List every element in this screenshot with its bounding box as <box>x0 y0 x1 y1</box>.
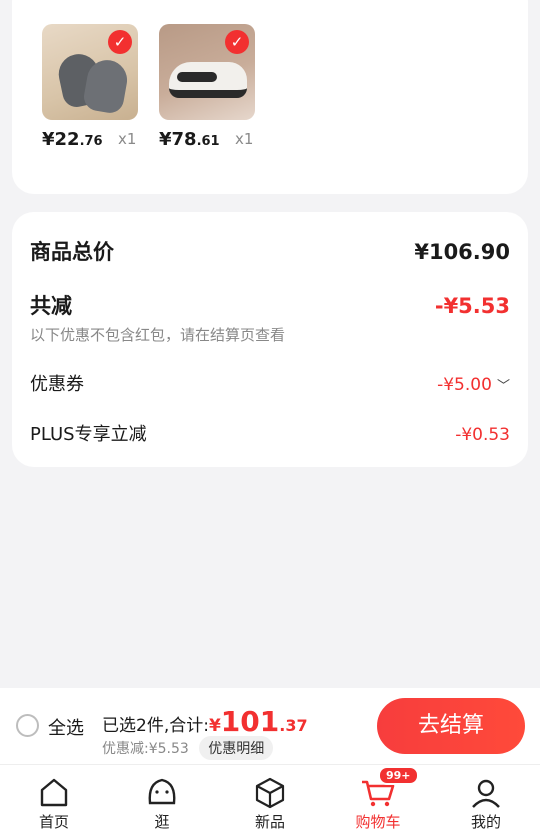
discount-detail-button[interactable]: 优惠明细 <box>199 736 274 760</box>
total-price-row: 商品总价 ¥106.90 <box>30 236 510 266</box>
coupon-label: 优惠券 <box>30 374 84 395</box>
select-all-label[interactable]: 全选 <box>48 714 84 740</box>
selected-total-line: 已选2件,合计:¥101.37 <box>102 705 308 738</box>
tab-explore[interactable]: 逛 <box>108 765 216 838</box>
product-image-sneakers[interactable]: ✓ <box>159 24 255 120</box>
home-icon <box>40 778 68 807</box>
selected-check-icon: ✓ <box>108 30 132 54</box>
product-quantity: x1 <box>118 130 137 148</box>
tab-profile[interactable]: 我的 <box>432 765 540 838</box>
price-decimal: .76 <box>79 134 103 149</box>
reduction-note: 以下优惠不包含红包，请在结算页查看 <box>30 326 286 344</box>
selected-products-card: ✓ ✓ ¥22.76 x1 ¥78.61 x1 <box>12 0 528 194</box>
bottom-tab-bar: 首页 逛 新品 购物车 我的 <box>0 764 540 838</box>
tab-label: 逛 <box>154 813 170 831</box>
tab-label: 首页 <box>38 813 69 831</box>
product-quantity: x1 <box>235 130 254 148</box>
tab-label: 新品 <box>254 813 285 831</box>
total-currency: ¥ <box>208 716 221 736</box>
tab-new-products[interactable]: 新品 <box>216 765 324 838</box>
discount-line: 优惠减:¥5.53 优惠明细 <box>102 736 274 760</box>
checkout-bar: 全选 已选2件,合计:¥101.37 优惠减:¥5.53 优惠明细 去结算 <box>0 688 540 764</box>
product-image-slippers[interactable]: ✓ <box>42 24 138 120</box>
explore-icon <box>148 778 176 805</box>
selected-check-icon: ✓ <box>225 30 249 54</box>
price-summary-card: 商品总价 ¥106.90 共减 -¥5.53 以下优惠不包含红包，请在结算页查看… <box>12 212 528 467</box>
profile-icon <box>472 779 500 808</box>
selected-count-text: 已选2件,合计: <box>102 716 209 736</box>
plus-discount-value: -¥0.53 <box>455 425 510 445</box>
new-products-icon <box>255 777 285 809</box>
coupon-value-group: -¥5.00 ﹀ <box>437 375 510 395</box>
total-decimal: .37 <box>279 716 308 735</box>
chevron-down-icon[interactable]: ﹀ <box>497 379 510 394</box>
plus-discount-label: PLUS专享立减 <box>30 424 147 445</box>
product-price: ¥22.76 <box>42 129 103 150</box>
select-all-radio[interactable] <box>16 714 39 737</box>
total-price-value: ¥106.90 <box>414 240 510 264</box>
product-price: ¥78.61 <box>159 129 220 150</box>
reduction-value: -¥5.53 <box>434 294 510 318</box>
plus-discount-row: PLUS专享立减 -¥0.53 <box>30 420 510 446</box>
discount-text: 优惠减:¥5.53 <box>102 741 189 757</box>
price-integer: ¥78 <box>159 129 197 150</box>
cart-count-badge: 99+ <box>378 766 419 785</box>
tab-label: 我的 <box>470 813 501 831</box>
price-decimal: .61 <box>196 134 220 149</box>
tab-label: 购物车 <box>355 813 401 831</box>
coupon-value: -¥5.00 <box>437 375 492 395</box>
checkout-button[interactable]: 去结算 <box>377 698 525 754</box>
total-price-label: 商品总价 <box>30 240 114 264</box>
tab-home[interactable]: 首页 <box>0 765 108 838</box>
reduction-row: 共减 -¥5.53 <box>30 290 510 320</box>
sneaker-stripe <box>177 72 217 82</box>
price-integer: ¥22 <box>42 129 80 150</box>
coupon-row[interactable]: 优惠券 -¥5.00 ﹀ <box>30 370 510 396</box>
total-integer: 101 <box>220 705 280 738</box>
reduction-label: 共减 <box>30 294 72 318</box>
